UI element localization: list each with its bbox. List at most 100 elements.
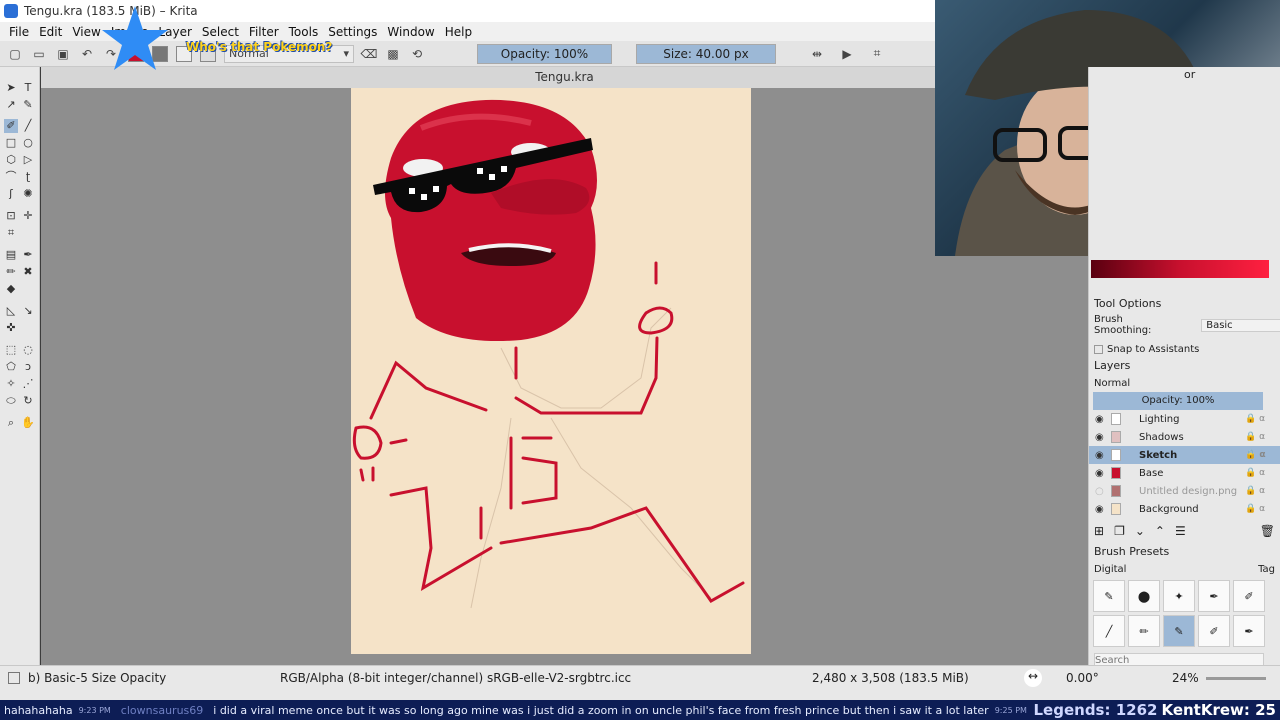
- brush-preset-thumb[interactable]: ⬤: [1128, 580, 1160, 612]
- menu-edit[interactable]: Edit: [34, 25, 67, 39]
- layer-row-lighting[interactable]: ◉ Lighting 🔒 α: [1089, 410, 1280, 428]
- polyline-tool-icon[interactable]: ▷: [21, 153, 35, 167]
- open-folder-icon[interactable]: ▭: [30, 45, 48, 63]
- lock-icon[interactable]: 🔒 α: [1245, 486, 1280, 496]
- similar-select-icon[interactable]: ⋰: [21, 377, 35, 391]
- mirror-horizontal-icon[interactable]: ⇹: [808, 45, 826, 63]
- lock-icon[interactable]: 🔒 α: [1245, 414, 1280, 424]
- zoom-slider[interactable]: [1206, 677, 1266, 680]
- new-document-icon[interactable]: ▢: [6, 45, 24, 63]
- visibility-eye-icon[interactable]: ○: [1095, 486, 1107, 497]
- reload-preset-icon[interactable]: ⟲: [408, 45, 426, 63]
- brush-tag-filter[interactable]: Digital: [1094, 564, 1126, 575]
- duplicate-layer-icon[interactable]: ❐: [1114, 524, 1125, 538]
- opacity-slider[interactable]: Opacity: 100%: [477, 43, 612, 64]
- canvas-area[interactable]: Tengu.kra: [41, 67, 1088, 665]
- gradient-tool-icon[interactable]: ▤: [4, 248, 18, 262]
- ellipse-select-icon[interactable]: ◌: [21, 343, 35, 357]
- layer-blend-mode-select[interactable]: Normal: [1089, 374, 1280, 392]
- move-layer-up-icon[interactable]: ⌃: [1155, 524, 1165, 538]
- canvas-paper[interactable]: [351, 88, 751, 654]
- layer-row-shadows[interactable]: ◉ Shadows 🔒 α: [1089, 428, 1280, 446]
- rectangle-tool-icon[interactable]: □: [4, 136, 18, 150]
- chat-username: clownsaurus69: [120, 703, 204, 717]
- crop-tool-icon[interactable]: ⌗: [4, 226, 18, 240]
- layer-opacity-slider[interactable]: Opacity: 100%: [1093, 392, 1263, 410]
- add-layer-icon[interactable]: ⊞: [1094, 524, 1104, 538]
- brush-preset-thumb-selected[interactable]: ✎: [1163, 615, 1195, 647]
- freehand-path-icon[interactable]: ʈ: [21, 170, 35, 184]
- reference-images-icon[interactable]: ✜: [4, 321, 18, 335]
- pan-tool-icon[interactable]: ✋: [21, 416, 35, 430]
- transform-tool-icon[interactable]: ⊡: [4, 209, 18, 223]
- freehand-brush-icon[interactable]: ✐: [4, 119, 18, 133]
- zoom-tool-icon[interactable]: ⌕: [4, 416, 18, 430]
- lock-icon[interactable]: 🔒 α: [1245, 504, 1280, 514]
- fill-tool-icon[interactable]: ◆: [4, 282, 18, 296]
- edit-shapes-icon[interactable]: ↗: [4, 98, 18, 112]
- layer-properties-icon[interactable]: ☰: [1175, 524, 1186, 538]
- bezier-tool-icon[interactable]: ⌒: [4, 170, 18, 184]
- menu-window[interactable]: Window: [382, 25, 439, 39]
- lock-icon[interactable]: 🔒 α: [1245, 432, 1280, 442]
- move-layer-down-icon[interactable]: ⌄: [1135, 524, 1145, 538]
- save-icon[interactable]: ▣: [54, 45, 72, 63]
- brush-preset-thumb[interactable]: ✎: [1093, 580, 1125, 612]
- undo-icon[interactable]: ↶: [78, 45, 96, 63]
- visibility-eye-icon[interactable]: ◉: [1095, 504, 1107, 515]
- snap-assistants-checkbox[interactable]: [1094, 344, 1103, 354]
- rect-select-icon[interactable]: ⬚: [4, 343, 18, 357]
- lock-icon[interactable]: 🔒 α: [1245, 468, 1280, 478]
- layer-row-untitled-design[interactable]: ○ Untitled design.png 🔒 α: [1089, 482, 1280, 500]
- select-shapes-icon[interactable]: ➤: [4, 81, 18, 95]
- visibility-eye-icon[interactable]: ◉: [1095, 432, 1107, 443]
- brush-preset-thumb[interactable]: ✏: [1128, 615, 1160, 647]
- brush-preset-thumb[interactable]: ✐: [1233, 580, 1265, 612]
- text-tool-icon[interactable]: T: [21, 81, 35, 95]
- line-tool-icon[interactable]: ╱: [21, 119, 35, 133]
- measure-tool-icon[interactable]: ↘: [21, 304, 35, 318]
- menu-file[interactable]: File: [4, 25, 34, 39]
- menu-help[interactable]: Help: [440, 25, 477, 39]
- visibility-eye-icon[interactable]: ◉: [1095, 450, 1107, 461]
- brush-preset-thumb[interactable]: ╱: [1093, 615, 1125, 647]
- brush-preset-thumb[interactable]: ✦: [1163, 580, 1195, 612]
- alpha-lock-icon[interactable]: ▩: [384, 45, 402, 63]
- size-slider[interactable]: Size: 40.00 px: [636, 43, 776, 64]
- freehand-select-icon[interactable]: ↄ: [21, 360, 35, 374]
- color-picker-icon[interactable]: ✒: [21, 248, 35, 262]
- eraser-icon[interactable]: ⌫: [360, 45, 378, 63]
- polygon-select-icon[interactable]: ⬠: [4, 360, 18, 374]
- brush-status-icon[interactable]: [8, 671, 20, 684]
- layer-row-background[interactable]: ◉ Background 🔒 α: [1089, 500, 1280, 518]
- assistant-tool-icon[interactable]: ◺: [4, 304, 18, 318]
- layer-row-base[interactable]: ◉ Base 🔒 α: [1089, 464, 1280, 482]
- brush-tag-label[interactable]: Tag: [1258, 564, 1275, 575]
- colorize-mask-icon[interactable]: ✏: [4, 265, 18, 279]
- polygon-tool-icon[interactable]: ⬡: [4, 153, 18, 167]
- size-slider-label: Size: 40.00 px: [663, 46, 749, 61]
- calligraphy-icon[interactable]: ✎: [21, 98, 35, 112]
- rotate-canvas-icon[interactable]: ↔: [1024, 668, 1042, 687]
- brush-smoothing-select[interactable]: Basic: [1201, 318, 1280, 332]
- dynamic-brush-icon[interactable]: ʃ: [4, 187, 18, 201]
- brush-preset-thumb[interactable]: ✒: [1198, 580, 1230, 612]
- mirror-vertical-icon[interactable]: ▶: [838, 45, 856, 63]
- color-history-bar[interactable]: [1091, 260, 1269, 278]
- wrap-around-icon[interactable]: ⌗: [868, 45, 886, 63]
- ellipse-tool-icon[interactable]: ○: [21, 136, 35, 150]
- delete-layer-icon[interactable]: 🗑: [1260, 524, 1275, 538]
- visibility-eye-icon[interactable]: ◉: [1095, 414, 1107, 425]
- bezier-select-icon[interactable]: ⬭: [4, 394, 18, 408]
- contiguous-select-icon[interactable]: ✧: [4, 377, 18, 391]
- layer-row-sketch[interactable]: ◉ Sketch 🔒 α: [1089, 446, 1280, 464]
- brush-preset-thumb[interactable]: ✒: [1233, 615, 1265, 647]
- visibility-eye-icon[interactable]: ◉: [1095, 468, 1107, 479]
- multibrush-icon[interactable]: ✺: [21, 187, 35, 201]
- smart-patch-icon[interactable]: ✖: [21, 265, 35, 279]
- move-tool-icon[interactable]: ✛: [21, 209, 35, 223]
- opacity-slider-label: Opacity: 100%: [500, 46, 589, 61]
- lock-icon[interactable]: 🔒 α: [1245, 450, 1280, 460]
- brush-preset-thumb[interactable]: ✐: [1198, 615, 1230, 647]
- magnetic-select-icon[interactable]: ↻: [21, 394, 35, 408]
